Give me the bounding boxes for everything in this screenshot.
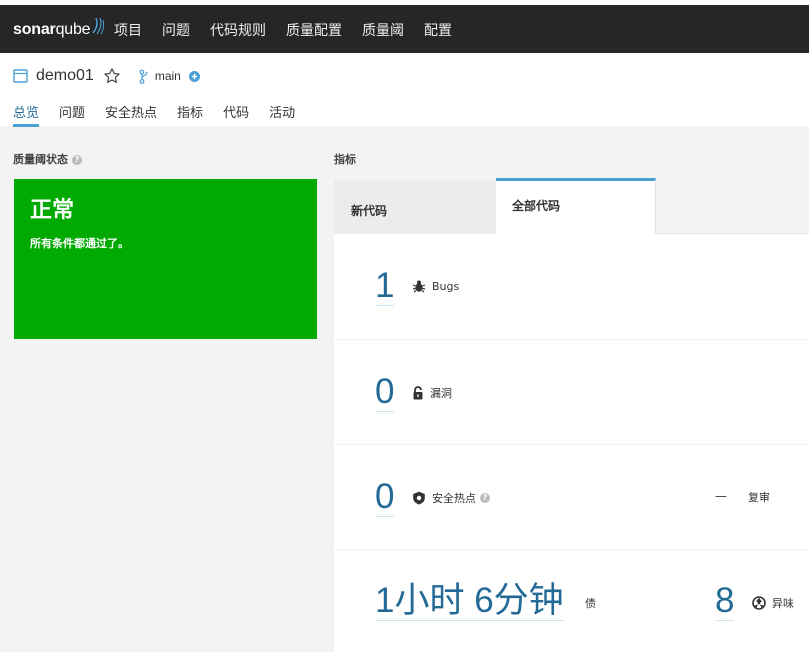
nav-quality-profiles[interactable]: 质量配置 [286, 20, 342, 40]
sonarqube-logo[interactable]: sonarqube [13, 17, 105, 42]
bug-icon [412, 280, 426, 293]
vulnerabilities-label-text: 漏洞 [430, 387, 452, 400]
help-icon[interactable]: ? [72, 155, 82, 165]
main-menu: 项目 问题 代码规则 质量配置 质量阈 配置 [114, 20, 472, 40]
quality-gate-status: 正常 [30, 198, 75, 223]
nav-rules[interactable]: 代码规则 [210, 20, 266, 40]
debt-label-text: 债 [585, 597, 596, 610]
project-title-row: demo01 main [13, 65, 200, 87]
shield-icon [413, 491, 425, 505]
bugs-label-text: Bugs [432, 279, 460, 293]
nav-issues[interactable]: 问题 [162, 20, 190, 40]
quality-gate-message: 所有条件都通过了。 [30, 237, 129, 250]
tab-new-code-label: 新代码 [351, 204, 388, 218]
add-branch-icon[interactable] [188, 70, 200, 82]
tab-measures[interactable]: 指标 [177, 102, 203, 127]
branch-icon [139, 69, 148, 84]
hotspots-reviewed-value: — [715, 489, 727, 503]
lock-icon [413, 386, 423, 400]
bugs-label: Bugs [412, 279, 459, 293]
hotspots-value[interactable]: 0 [375, 478, 395, 517]
bugs-panel: 1 Bugs [334, 234, 809, 339]
maintainability-panel: 1小时 6分钟 债 8 异味 [334, 550, 809, 652]
vulnerabilities-panel: 0 漏洞 [334, 340, 809, 444]
security-hotspots-panel: 0 安全热点 ? — 复审 [334, 445, 809, 549]
code-smells-label-text: 异味 [772, 597, 794, 610]
tab-security-hotspots[interactable]: 安全热点 [105, 102, 157, 127]
quality-gate-label: 质量阈状态 [13, 153, 68, 166]
nav-quality-gates[interactable]: 质量阈 [362, 20, 404, 40]
help-icon[interactable]: ? [480, 493, 490, 503]
top-navigation-bar: sonarqube 项目 问题 代码规则 质量配置 质量阈 配置 [0, 0, 809, 53]
hotspots-reviewed-label: 复审 [748, 491, 770, 504]
debt-value[interactable]: 1小时 6分钟 [375, 582, 564, 621]
project-name[interactable]: demo01 [36, 67, 94, 85]
tab-code[interactable]: 代码 [223, 102, 249, 127]
hotspots-label-text: 安全热点 [432, 492, 476, 505]
code-smell-icon [752, 596, 766, 610]
tab-new-code[interactable]: 新代码 [334, 180, 496, 234]
project-tabs: 总览 问题 安全热点 指标 代码 活动 [13, 102, 315, 127]
code-smells-label: 异味 [752, 595, 794, 611]
branch-name: main [154, 69, 181, 83]
code-smells-value[interactable]: 8 [715, 582, 735, 621]
tab-overall-code-label: 全部代码 [512, 199, 561, 213]
vulnerabilities-value[interactable]: 0 [375, 373, 395, 412]
hotspots-label: 安全热点 ? [412, 490, 490, 506]
logo-text: sonarqube [13, 21, 91, 38]
tab-issues[interactable]: 问题 [59, 102, 85, 127]
nav-projects[interactable]: 项目 [114, 20, 142, 40]
tab-overall-code[interactable]: 全部代码 [496, 178, 656, 234]
nav-administration[interactable]: 配置 [424, 20, 452, 40]
measures-heading: 指标 [334, 153, 356, 166]
project-header: demo01 main 总览 问题 安全热点 指标 代码 活动 [0, 53, 809, 127]
debt-label: 债 [585, 595, 596, 611]
vulnerabilities-label: 漏洞 [412, 385, 452, 401]
quality-gate-status-box: 正常 所有条件都通过了。 [14, 179, 317, 339]
project-icon [13, 69, 28, 83]
quality-gate-heading: 质量阈状态? [13, 151, 82, 167]
tab-activity[interactable]: 活动 [269, 102, 295, 127]
bugs-value[interactable]: 1 [375, 267, 395, 306]
favorite-star-icon[interactable] [103, 67, 121, 85]
tab-overview[interactable]: 总览 [13, 102, 40, 127]
branch-selector[interactable]: main [139, 69, 200, 84]
logo-wave-icon [92, 17, 105, 35]
measures-tabs: 新代码 全部代码 [334, 178, 809, 234]
